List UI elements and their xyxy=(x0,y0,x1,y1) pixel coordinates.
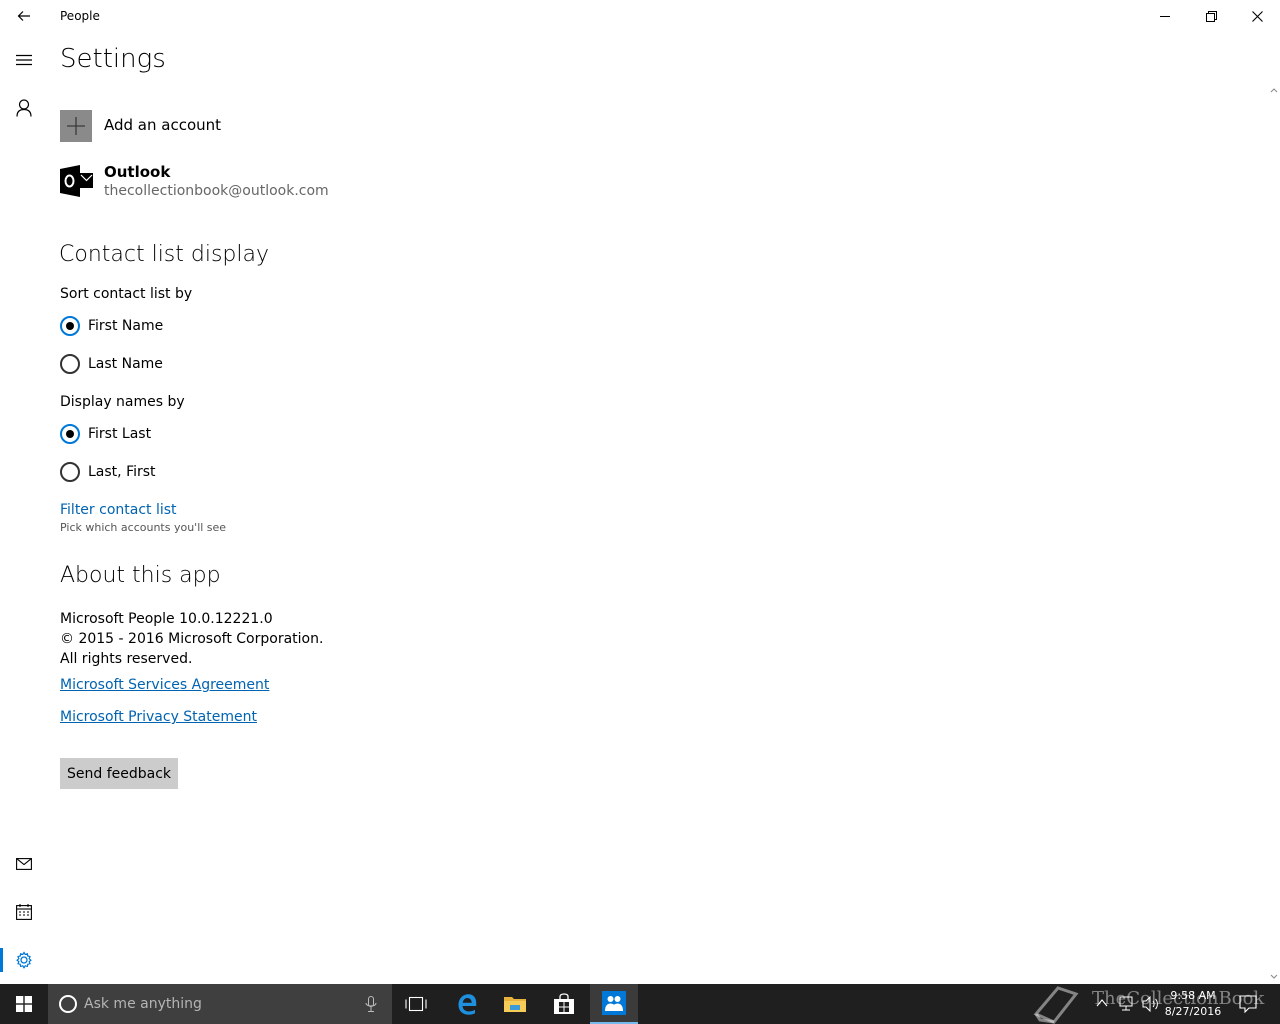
send-feedback-button[interactable]: Send feedback xyxy=(60,758,178,789)
about-info: Microsoft People 10.0.12221.0 © 2015 - 2… xyxy=(60,609,323,669)
app-version: Microsoft People 10.0.12221.0 xyxy=(60,611,273,627)
start-button[interactable] xyxy=(0,984,48,1024)
calendar-icon xyxy=(16,904,32,920)
filter-contact-list-link[interactable]: Filter contact list xyxy=(60,502,177,518)
display-first-last-option[interactable]: First Last xyxy=(60,422,151,446)
outlook-icon xyxy=(60,164,94,198)
search-placeholder: Ask me anything xyxy=(84,996,202,1012)
store-button[interactable] xyxy=(540,984,588,1024)
task-view-button[interactable] xyxy=(392,984,440,1024)
windows-logo-icon xyxy=(16,996,32,1012)
back-button[interactable] xyxy=(8,2,40,30)
hamburger-icon xyxy=(16,54,32,66)
taskbar-clock[interactable]: 9:58 AM 8/27/2016 xyxy=(1160,988,1226,1020)
people-app-taskbar-button[interactable] xyxy=(590,984,638,1024)
radio-selected[interactable] xyxy=(60,316,80,336)
action-center-icon[interactable] xyxy=(1239,995,1257,1013)
restore-icon xyxy=(1205,10,1217,22)
calendar-app-button[interactable] xyxy=(0,890,48,934)
people-icon xyxy=(602,991,626,1015)
microphone-icon[interactable] xyxy=(365,996,377,1012)
about-heading: About this app xyxy=(60,563,221,588)
radio-unselected[interactable] xyxy=(60,462,80,482)
rights-text: All rights reserved. xyxy=(60,651,193,667)
close-icon xyxy=(1251,10,1263,22)
task-view-icon xyxy=(405,996,427,1012)
network-icon[interactable] xyxy=(1118,996,1136,1012)
contact-list-display-heading: Contact list display xyxy=(59,242,270,267)
radio-unselected[interactable] xyxy=(60,354,80,374)
file-explorer-button[interactable] xyxy=(491,984,539,1024)
privacy-statement-link[interactable]: Microsoft Privacy Statement xyxy=(60,709,257,725)
scrollbar[interactable] xyxy=(1268,84,1280,984)
chevron-up-icon[interactable] xyxy=(1096,998,1108,1008)
services-agreement-link[interactable]: Microsoft Services Agreement xyxy=(60,677,269,693)
folder-icon xyxy=(504,997,526,1012)
close-button[interactable] xyxy=(1234,0,1280,32)
account-email: thecollectionbook@outlook.com xyxy=(104,183,329,199)
clock-time: 9:58 AM xyxy=(1170,989,1216,1002)
edge-icon xyxy=(458,994,477,1015)
filter-hint: Pick which accounts you'll see xyxy=(60,521,227,534)
back-arrow-icon xyxy=(17,11,30,21)
taskbar: Ask me anything TheCollectionBook 9:58 A… xyxy=(0,984,1280,1024)
clock-date: 8/27/2016 xyxy=(1164,1005,1222,1018)
app-title: People xyxy=(60,9,100,23)
sort-first-name-option[interactable]: First Name xyxy=(60,314,163,338)
account-name[interactable]: Outlook xyxy=(104,163,170,181)
volume-icon[interactable] xyxy=(1142,996,1160,1012)
settings-nav-button[interactable] xyxy=(0,938,48,982)
add-account-button[interactable] xyxy=(60,110,92,142)
add-account-label[interactable]: Add an account xyxy=(104,116,221,134)
edge-browser-button[interactable] xyxy=(443,984,491,1024)
mail-icon xyxy=(16,858,32,870)
display-last-first-option[interactable]: Last, First xyxy=(60,460,156,484)
person-icon xyxy=(16,99,32,117)
sort-last-name-option[interactable]: Last Name xyxy=(60,352,163,376)
watermark-book-logo xyxy=(1033,986,1079,1024)
mail-app-button[interactable] xyxy=(0,842,48,886)
radio-label: First Name xyxy=(88,318,164,334)
display-names-label: Display names by xyxy=(60,394,185,410)
title-bar: People xyxy=(0,0,1280,32)
radio-selected[interactable] xyxy=(60,424,80,444)
radio-label: First Last xyxy=(88,426,152,442)
copyright-text: © 2015 - 2016 Microsoft Corporation. xyxy=(60,631,324,647)
cortana-icon xyxy=(59,995,77,1013)
radio-label: Last, First xyxy=(88,464,156,480)
page-title: Settings xyxy=(60,44,166,74)
scrollbar-arrows xyxy=(1270,88,1278,979)
store-bag-icon xyxy=(554,993,574,1014)
hamburger-menu-button[interactable] xyxy=(0,38,48,82)
gear-icon xyxy=(16,951,32,969)
contacts-nav-button[interactable] xyxy=(0,86,48,130)
minimize-button[interactable] xyxy=(1142,0,1188,32)
sort-by-label: Sort contact list by xyxy=(60,286,193,302)
minimize-icon xyxy=(1160,16,1170,17)
plus-icon xyxy=(67,117,85,135)
restore-button[interactable] xyxy=(1188,0,1234,32)
radio-label: Last Name xyxy=(88,356,163,372)
